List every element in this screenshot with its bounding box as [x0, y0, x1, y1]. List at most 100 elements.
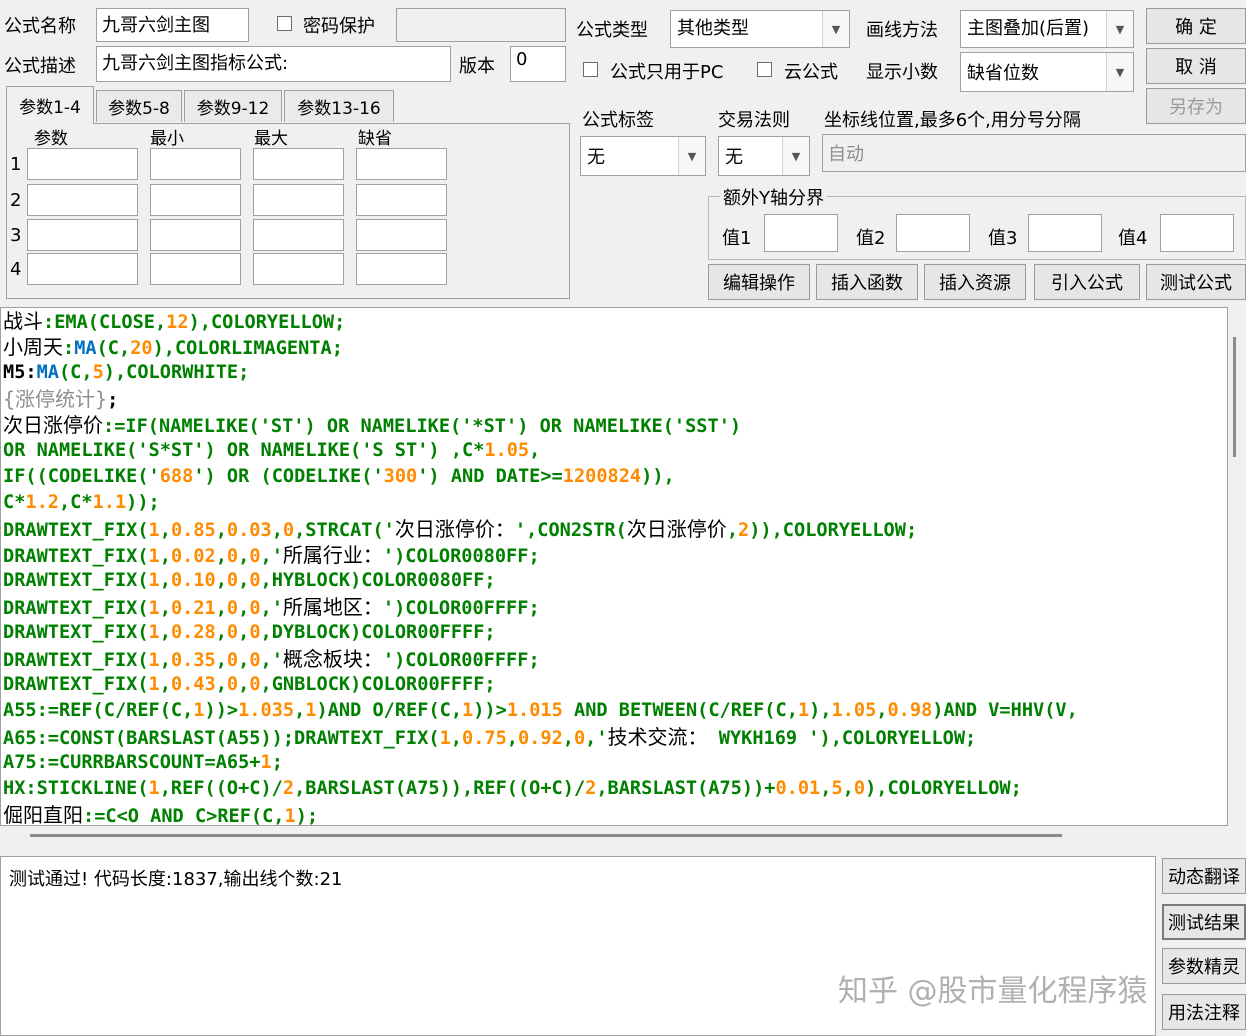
code-line[interactable]: DRAWTEXT_FIX(1,0.85,0.03,0,STRCAT('次日涨停价…	[3, 516, 917, 544]
code-line[interactable]: DRAWTEXT_FIX(1,0.43,0,0,GNBLOCK)COLOR00F…	[3, 672, 496, 698]
param-wizard-button[interactable]: 参数精灵	[1162, 948, 1246, 984]
code-token: ,	[159, 674, 171, 695]
import-formula-button[interactable]: 引入公式	[1034, 264, 1140, 300]
code-token: 1	[260, 752, 272, 773]
code-token: 0.21	[170, 598, 216, 619]
code-line[interactable]: 倔阳直阳:=C<O AND C>REF(C,1);	[3, 802, 318, 826]
save-as-button[interactable]: 另存为	[1146, 88, 1246, 124]
password-input[interactable]	[396, 8, 566, 42]
param-1-default[interactable]	[356, 148, 447, 180]
insert-resource-button[interactable]: 插入资源	[924, 264, 1026, 300]
param-3-name[interactable]	[27, 219, 138, 251]
param-3-max[interactable]	[253, 219, 344, 251]
code-line[interactable]: DRAWTEXT_FIX(1,0.21,0,0,'所属地区：')COLOR00F…	[3, 594, 540, 622]
code-token: 1.1	[92, 492, 127, 513]
cancel-button[interactable]: 取 消	[1146, 48, 1246, 84]
y-value-4-input[interactable]	[1160, 214, 1234, 252]
tab-params-1-4[interactable]: 参数1-4	[6, 86, 94, 124]
trade-rule-select[interactable]: 无 ▼	[718, 136, 810, 176]
code-line[interactable]: DRAWTEXT_FIX(1,0.35,0,0,'概念板块：')COLOR00F…	[3, 646, 540, 674]
code-line[interactable]: A75:=CURRBARSCOUNT=A65+1;	[3, 750, 283, 776]
code-token: 1	[462, 700, 474, 721]
code-token: DRAWTEXT_FIX(	[3, 520, 149, 541]
code-token: ,	[159, 546, 171, 567]
code-token: ,	[450, 728, 462, 749]
param-2-name[interactable]	[27, 184, 138, 216]
code-token: MA	[74, 338, 97, 359]
tab-params-13-16[interactable]: 参数13-16	[284, 90, 394, 122]
code-token: 0	[226, 622, 239, 643]
code-token: ,	[215, 570, 227, 591]
code-line[interactable]: DRAWTEXT_FIX(1,0.28,0,0,DYBLOCK)COLOR00F…	[3, 620, 496, 646]
code-token: :	[43, 312, 55, 333]
code-line[interactable]: DRAWTEXT_FIX(1,0.10,0,0,HYBLOCK)COLOR008…	[3, 568, 496, 594]
chevron-down-icon: ▼	[1106, 53, 1133, 91]
code-line[interactable]: 小周天:MA(C,20),COLORLIMAGENTA;	[3, 334, 343, 362]
test-formula-button[interactable]: 测试公式	[1146, 264, 1246, 300]
ok-button[interactable]: 确 定	[1146, 8, 1246, 44]
axis-position-input[interactable]: 自动	[822, 134, 1246, 172]
formula-desc-label: 公式描述	[4, 56, 76, 77]
formula-type-select[interactable]: 其他类型 ▼	[670, 10, 850, 48]
code-token: ,	[215, 520, 227, 541]
usage-notes-button[interactable]: 用法注释	[1162, 994, 1246, 1030]
code-line[interactable]: OR NAMELIKE('S*ST') OR NAMELIKE('S ST') …	[3, 438, 540, 464]
insert-function-button[interactable]: 插入函数	[816, 264, 918, 300]
code-line[interactable]: {涨停统计};	[3, 386, 118, 414]
code-line[interactable]: 战斗:EMA(CLOSE,12),COLORYELLOW;	[3, 308, 345, 336]
code-token: 0.92	[517, 728, 563, 749]
code-token: 倔阳直阳	[3, 803, 83, 826]
code-line[interactable]: C*1.2,C*1.1));	[3, 490, 160, 516]
code-token: ,C*	[58, 492, 93, 513]
y-axis-group-label: 额外Y轴分界	[720, 184, 827, 210]
code-line[interactable]: 次日涨停价:=IF(NAMELIKE('ST') OR NAMELIKE('*S…	[3, 412, 741, 440]
test-result-button[interactable]: 测试结果	[1162, 904, 1246, 940]
y-value-2-input[interactable]	[896, 214, 970, 252]
code-line[interactable]: DRAWTEXT_FIX(1,0.02,0,0,'所属行业：')COLOR008…	[3, 542, 540, 570]
code-line[interactable]: IF((CODELIKE('688') OR (CODELIKE('300') …	[3, 464, 675, 490]
param-4-default[interactable]	[356, 253, 447, 285]
cloud-checkbox[interactable]	[757, 62, 772, 77]
param-2-default[interactable]	[356, 184, 447, 216]
code-token: 1	[148, 546, 160, 567]
draw-method-select[interactable]: 主图叠加(后置) ▼	[960, 10, 1134, 48]
tab-params-5-8[interactable]: 参数5-8	[96, 90, 182, 122]
param-2-max[interactable]	[253, 184, 344, 216]
param-1-min[interactable]	[150, 148, 241, 180]
code-line[interactable]: A55:=REF(C/REF(C,1))>1.035,1)AND O/REF(C…	[3, 698, 1078, 724]
version-input[interactable]: 0	[510, 46, 566, 82]
code-editor[interactable]: 战斗:EMA(CLOSE,12),COLORYELLOW; 小周天:MA(C,20…	[0, 307, 1228, 826]
param-1-max[interactable]	[253, 148, 344, 180]
formula-tag-value: 无	[587, 147, 605, 168]
code-token: 0	[249, 570, 261, 591]
formula-name-input[interactable]: 九哥六剑主图	[96, 8, 249, 42]
decimal-select[interactable]: 缺省位数 ▼	[960, 52, 1134, 92]
param-2-min[interactable]	[150, 184, 241, 216]
param-1-name[interactable]	[27, 148, 138, 180]
edit-operation-button[interactable]: 编辑操作	[708, 264, 810, 300]
formula-desc-input[interactable]: 九哥六剑主图指标公式:	[96, 46, 451, 82]
chevron-down-icon: ▼	[1106, 11, 1133, 47]
code-token: ,'	[260, 650, 283, 671]
param-4-max[interactable]	[253, 253, 344, 285]
y-value-3-input[interactable]	[1028, 214, 1102, 252]
code-line[interactable]: HX:STICKLINE(1,REF((O+C)/2,BARSLAST(A75)…	[3, 776, 1022, 802]
code-token: ,BARSLAST(A75))+	[596, 778, 776, 799]
horizontal-scrollbar[interactable]	[30, 834, 1062, 837]
param-3-min[interactable]	[150, 219, 241, 251]
password-checkbox[interactable]	[277, 16, 292, 31]
dynamic-translate-button[interactable]: 动态翻译	[1162, 858, 1246, 894]
param-4-name[interactable]	[27, 253, 138, 285]
vertical-scrollbar[interactable]	[1228, 307, 1246, 826]
code-line[interactable]: M5:MA(C,5),COLORWHITE;	[3, 360, 249, 386]
code-token: 2	[738, 520, 750, 541]
tab-params-9-12[interactable]: 参数9-12	[184, 90, 282, 122]
code-line[interactable]: A65:=CONST(BARSLAST(A55));DRAWTEXT_FIX(1…	[3, 724, 976, 752]
pc-only-checkbox[interactable]	[583, 62, 598, 77]
y-value-1-input[interactable]	[764, 214, 838, 252]
formula-tag-select[interactable]: 无 ▼	[580, 136, 706, 176]
param-4-min[interactable]	[150, 253, 241, 285]
scroll-thumb[interactable]	[1233, 337, 1236, 457]
param-3-default[interactable]	[356, 219, 447, 251]
code-token: ,	[215, 598, 227, 619]
